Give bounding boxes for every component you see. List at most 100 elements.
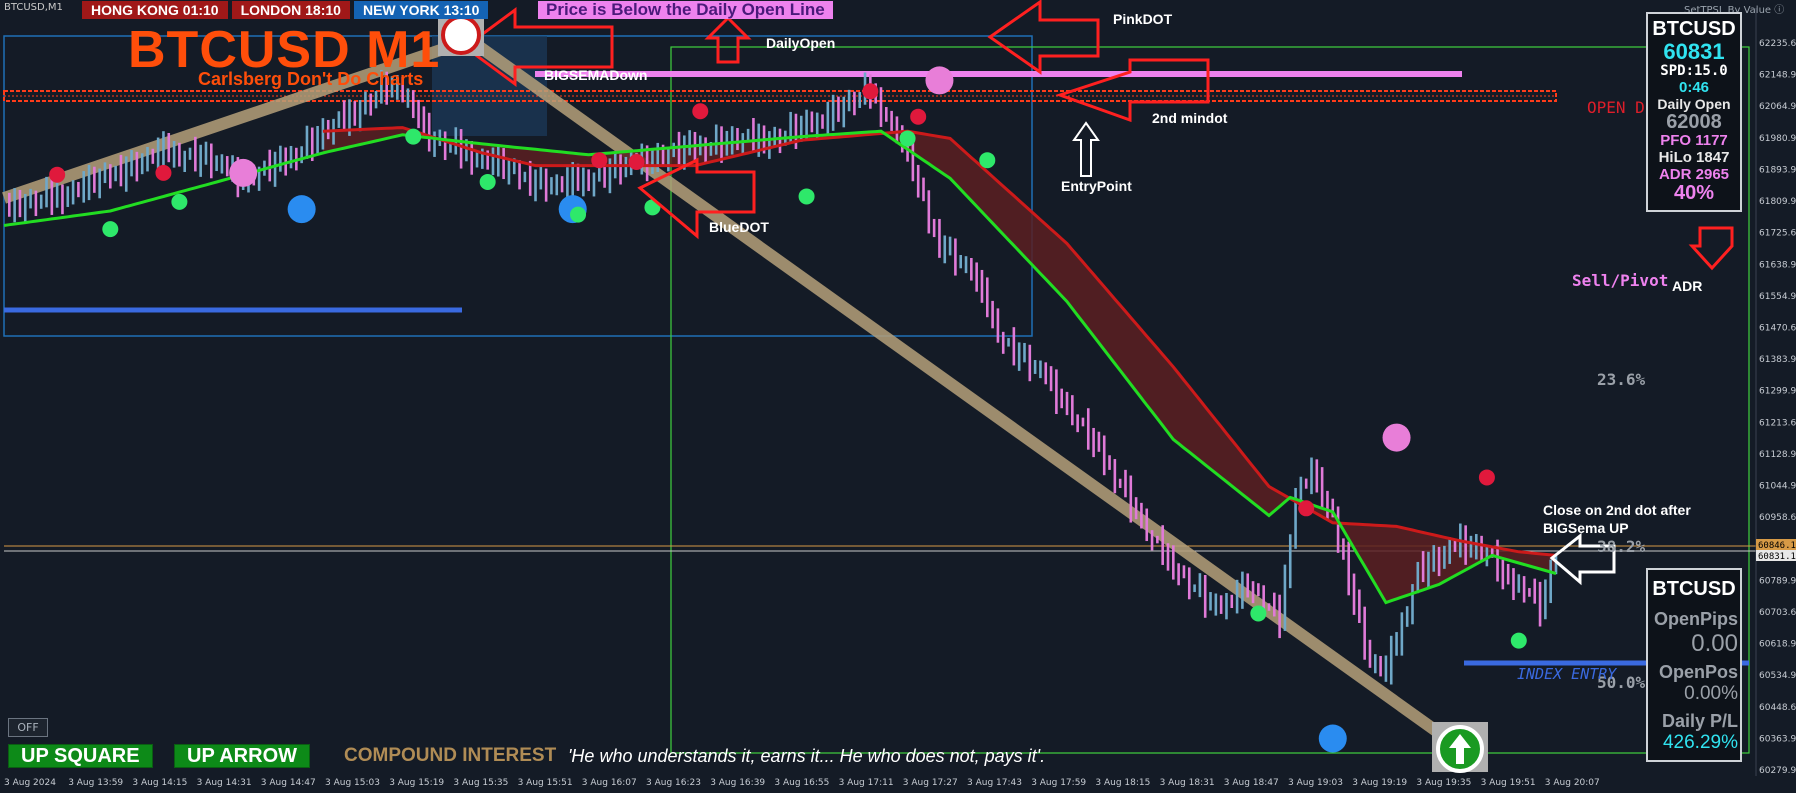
y-tick-label: 61128.9 bbox=[1759, 450, 1796, 460]
x-tick-label: 3 Aug 13:59 bbox=[68, 778, 123, 788]
y-tick-label: 61044.9 bbox=[1759, 482, 1796, 492]
green-dot bbox=[798, 188, 815, 205]
x-tick-label: 3 Aug 17:11 bbox=[839, 778, 894, 788]
green-dot bbox=[979, 152, 996, 169]
pos-symbol: BTCUSD bbox=[1652, 578, 1736, 600]
x-tick-label: 3 Aug 14:47 bbox=[261, 778, 316, 788]
y-tick-label: 61383.9 bbox=[1759, 355, 1796, 365]
info-price: 60831 bbox=[1663, 39, 1725, 64]
up-arrow-icon bbox=[1432, 722, 1488, 773]
label-bigsema-down: BIGSEMADown bbox=[544, 67, 647, 83]
y-tick-label: 62235.6 bbox=[1759, 39, 1796, 49]
y-tick-label: 60534.9 bbox=[1759, 671, 1796, 681]
price-label-orange: 60846.14 bbox=[1758, 541, 1796, 551]
target-icon bbox=[438, 14, 484, 56]
session-clocks: HONG KONG 01:10 LONDON 18:10 NEW YORK 13… bbox=[82, 1, 489, 19]
green-dot bbox=[479, 173, 496, 190]
fast-ma-line bbox=[3, 129, 1557, 605]
chart-window[interactable]: 62235.6 62148.9 62064.9 61980.9 61893.9 61809… bbox=[0, 0, 1796, 793]
session-hong-kong: HONG KONG 01:10 bbox=[82, 1, 228, 19]
x-tick-label: 3 Aug 15:51 bbox=[518, 778, 573, 788]
session-new-york: NEW YORK 13:10 bbox=[353, 1, 489, 19]
up-arrow-button[interactable]: UP ARROW bbox=[174, 744, 310, 768]
pos-open-pips-label: OpenPips bbox=[1653, 609, 1738, 629]
label-sell-pivot: Sell/Pivot bbox=[1572, 271, 1668, 290]
green-dot bbox=[1250, 605, 1267, 622]
label-fib-236: 23.6% bbox=[1597, 370, 1646, 389]
x-tick-label: 3 Aug 16:39 bbox=[710, 778, 765, 788]
y-tick-label: 60448.6 bbox=[1759, 703, 1796, 713]
status-banner: Price is Below the Daily Open Line bbox=[538, 1, 833, 19]
price-label-current: 60831.14 bbox=[1758, 552, 1796, 562]
pink-dot bbox=[229, 158, 258, 187]
arrow-pink-dot bbox=[987, 0, 1100, 75]
x-tick-label: 3 Aug 19:03 bbox=[1288, 778, 1343, 788]
red-dot bbox=[155, 164, 172, 181]
arrow-entry-point bbox=[1072, 121, 1100, 177]
chart-subtitle: Carlsberg Don't Do Charts bbox=[198, 69, 424, 89]
x-tick-label: 3 Aug 16:55 bbox=[774, 778, 829, 788]
red-dot bbox=[591, 152, 608, 169]
ma-ribbon bbox=[322, 127, 1556, 603]
pink-dot bbox=[925, 66, 954, 95]
arrow-daily-open bbox=[704, 15, 752, 64]
y-tick-label: 61893.9 bbox=[1759, 165, 1796, 175]
x-tick-label: 3 Aug 18:47 bbox=[1224, 778, 1279, 788]
red-dot bbox=[1478, 469, 1495, 486]
x-tick-label: 3 Aug 18:31 bbox=[1160, 778, 1215, 788]
label-daily-open: DailyOpen bbox=[766, 35, 835, 51]
y-tick-label: 60363.9 bbox=[1759, 734, 1796, 744]
y-tick-label: 61980.9 bbox=[1759, 134, 1796, 144]
x-tick-label: 3 Aug 17:59 bbox=[1031, 778, 1086, 788]
y-tick-label: 61213.6 bbox=[1759, 418, 1796, 428]
bottom-toolbar: UP SQUARE UP ARROW COMPOUND INTEREST 'He… bbox=[0, 744, 1160, 768]
info-adr: ADR 2965 bbox=[1658, 166, 1730, 183]
trendline-down bbox=[466, 35, 1464, 753]
blue-dot bbox=[1318, 724, 1347, 753]
y-tick-label: 62064.9 bbox=[1759, 102, 1796, 112]
x-tick-label: 3 Aug 18:15 bbox=[1095, 778, 1150, 788]
pos-daily-pl-value: 426.29% bbox=[1662, 732, 1738, 753]
y-tick-label: 60703.6 bbox=[1759, 608, 1796, 618]
x-tick-label: 3 Aug 14:31 bbox=[197, 778, 252, 788]
session-london: LONDON 18:10 bbox=[231, 1, 350, 19]
up-square-button[interactable]: UP SQUARE bbox=[8, 744, 153, 768]
pos-open-pos-value: 0.00% bbox=[1684, 683, 1738, 704]
label-blue-dot: BlueDOT bbox=[709, 219, 769, 235]
x-tick-label: 3 Aug 17:27 bbox=[903, 778, 958, 788]
ma-ribbon-fill bbox=[322, 127, 1556, 603]
x-axis: 3 Aug 2024 3 Aug 13:59 3 Aug 14:15 3 Aug 14… bbox=[4, 778, 1600, 788]
y-tick-label: 61809.9 bbox=[1759, 197, 1796, 207]
label-adr: ADR bbox=[1672, 278, 1702, 294]
green-dot bbox=[405, 128, 422, 145]
x-tick-label: 3 Aug 16:07 bbox=[582, 778, 637, 788]
red-dot bbox=[49, 166, 66, 183]
range-box-green bbox=[670, 46, 1750, 754]
off-button[interactable]: OFF bbox=[8, 718, 48, 737]
quote-text: 'He who understands it, earns it... He w… bbox=[568, 746, 1046, 766]
label-entry-point: EntryPoint bbox=[1061, 178, 1132, 194]
x-tick-label: 3 Aug 15:35 bbox=[453, 778, 508, 788]
pink-dot bbox=[1382, 423, 1411, 452]
blue-dot bbox=[287, 195, 316, 224]
x-tick-label: 3 Aug 16:23 bbox=[646, 778, 701, 788]
y-axis: 62235.6 62148.9 62064.9 61980.9 61893.9 61809… bbox=[1759, 39, 1796, 776]
pos-open-pips-value: 0.00 bbox=[1691, 630, 1738, 657]
price-chart[interactable]: 62235.6 62148.9 62064.9 61980.9 61893.9 61809… bbox=[0, 0, 1796, 793]
y-tick-label: 61554.9 bbox=[1759, 292, 1796, 302]
label-open-d: OPEN D bbox=[1587, 98, 1645, 117]
x-tick-label: 3 Aug 15:03 bbox=[325, 778, 380, 788]
y-tick-label: 60789.9 bbox=[1759, 576, 1796, 586]
x-tick-label: 3 Aug 20:07 bbox=[1545, 778, 1600, 788]
x-tick-label: 3 Aug 17:43 bbox=[967, 778, 1022, 788]
info-pct: 40% bbox=[1673, 182, 1715, 204]
info-hilo: HiLo 1847 bbox=[1658, 149, 1730, 166]
y-tick-label: 60958.6 bbox=[1759, 513, 1796, 523]
red-dot bbox=[1298, 500, 1315, 517]
info-symbol: BTCUSD bbox=[1652, 18, 1736, 40]
red-dot bbox=[692, 103, 709, 120]
pos-daily-pl-label: Daily P/L bbox=[1661, 711, 1738, 731]
label-2nd-mindot: 2nd mindot bbox=[1152, 110, 1228, 126]
x-tick-label: 3 Aug 14:15 bbox=[132, 778, 187, 788]
info-timer: 0:46 bbox=[1678, 79, 1710, 96]
